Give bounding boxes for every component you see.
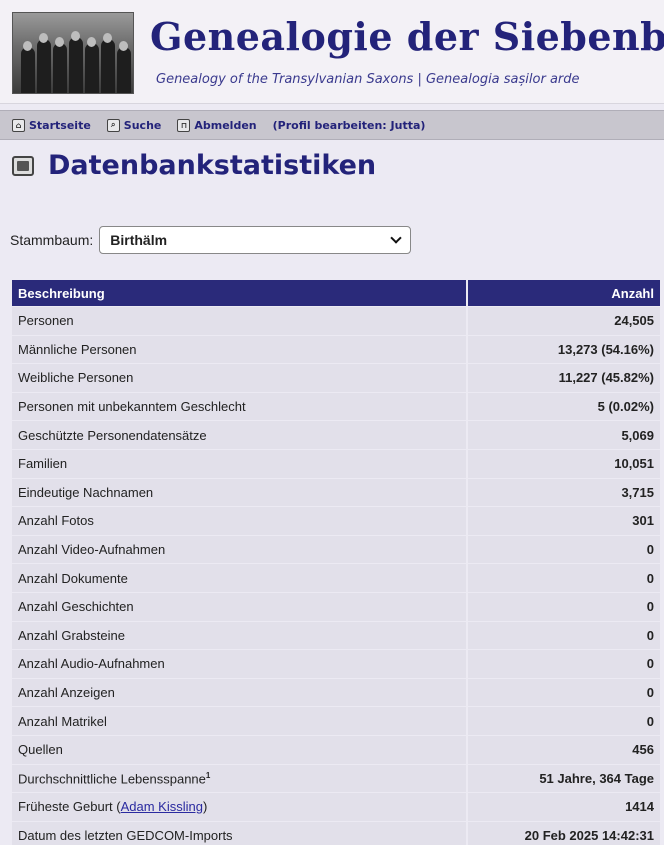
earliest-birth-person-link[interactable]: Adam Kissling — [121, 799, 203, 814]
row-label: Anzahl Video-Aufnahmen — [12, 535, 466, 564]
statistics-table: Beschreibung Anzahl Personen 24,505 Männl… — [12, 279, 660, 845]
table-header-row: Beschreibung Anzahl — [12, 280, 660, 306]
row-value: 0 — [466, 650, 660, 678]
row-value: 0 — [466, 707, 660, 735]
row-value: 10,051 — [466, 449, 660, 478]
row-value: 20 Feb 2025 14:42:31 — [466, 821, 660, 845]
table-row: Anzahl Audio-Aufnahmen 0 — [12, 650, 660, 678]
tree-label: Stammbaum: — [10, 232, 94, 248]
row-value: 3,715 — [466, 478, 660, 507]
page-title: Datenbankstatistiken — [48, 150, 377, 181]
site-subtitle: Genealogy of the Transylvanian Saxons | … — [156, 72, 580, 87]
top-navigation: ⌂ Startseite ⌕ Suche ⊓ Abmelden (Profil … — [0, 110, 664, 140]
table-row: Geschützte Personendatensätze 5,069 — [12, 421, 660, 449]
row-value: 5,069 — [466, 421, 660, 449]
tree-select[interactable]: Birthälm — [99, 226, 412, 254]
nav-home-link[interactable]: ⌂ Startseite — [12, 118, 91, 132]
row-value: 5 (0.02%) — [466, 392, 660, 421]
tree-selected-value: Birthälm — [110, 232, 168, 248]
row-label: Männliche Personen — [12, 335, 466, 364]
row-value: 0 — [466, 564, 660, 592]
nav-search-link[interactable]: ⌕ Suche — [106, 118, 162, 132]
table-row: Weibliche Personen 11,227 (45.82%) — [12, 364, 660, 392]
row-label: Datum des letzten GEDCOM-Imports — [12, 821, 466, 845]
row-label: Anzahl Fotos — [12, 507, 466, 535]
table-row: Anzahl Anzeigen 0 — [12, 678, 660, 707]
row-label: Anzahl Matrikel — [12, 707, 466, 735]
table-row: Anzahl Dokumente 0 — [12, 564, 660, 592]
row-value: 11,227 (45.82%) — [466, 364, 660, 392]
site-title[interactable]: Genealogie der Siebenbü — [150, 14, 664, 59]
table-row: Familien 10,051 — [12, 449, 660, 478]
nav-logout-link[interactable]: ⊓ Abmelden — [177, 118, 257, 132]
footnote-marker[interactable]: 1 — [206, 771, 210, 780]
row-label: Personen mit unbekanntem Geschlecht — [12, 392, 466, 421]
row-value: 456 — [466, 735, 660, 764]
site-header: Genealogie der Siebenbü Genealogy of the… — [0, 0, 664, 104]
family-photo — [12, 12, 134, 94]
table-row: Quellen 456 — [12, 735, 660, 764]
row-label: Anzahl Anzeigen — [12, 678, 466, 707]
table-row: Anzahl Grabsteine 0 — [12, 621, 660, 650]
row-value: 0 — [466, 535, 660, 564]
table-row: Früheste Geburt (Adam Kissling) 1414 — [12, 793, 660, 821]
row-value: 24,505 — [466, 307, 660, 335]
table-row: Durchschnittliche Lebensspanne1 51 Jahre… — [12, 764, 660, 793]
tree-selector-row: Stammbaum: Birthälm — [10, 226, 412, 254]
row-label: Quellen — [12, 735, 466, 764]
row-value: 13,273 (54.16%) — [466, 335, 660, 364]
row-label: Personen — [12, 307, 466, 335]
row-label-cell: Durchschnittliche Lebensspanne1 — [12, 764, 466, 793]
row-label: Familien — [12, 449, 466, 478]
row-label: Früheste Geburt — [18, 799, 113, 815]
row-label: Anzahl Audio-Aufnahmen — [12, 650, 466, 678]
row-value: 51 Jahre, 364 Tage — [466, 764, 660, 793]
search-icon: ⌕ — [106, 118, 120, 132]
row-label: Weibliche Personen — [12, 364, 466, 392]
column-header-description: Beschreibung — [12, 280, 466, 306]
row-value: 0 — [466, 592, 660, 621]
row-value: 301 — [466, 507, 660, 535]
column-header-count: Anzahl — [466, 280, 660, 306]
page-heading: Datenbankstatistiken — [12, 150, 376, 181]
row-label: Anzahl Grabsteine — [12, 621, 466, 650]
table-row: Anzahl Matrikel 0 — [12, 707, 660, 735]
row-label: Durchschnittliche Lebensspanne — [18, 770, 206, 786]
table-row: Männliche Personen 13,273 (54.16%) — [12, 335, 660, 364]
row-label: Anzahl Dokumente — [12, 564, 466, 592]
row-value: 0 — [466, 621, 660, 650]
row-value: 1414 — [466, 793, 660, 821]
table-row: Anzahl Video-Aufnahmen 0 — [12, 535, 660, 564]
table-row: Eindeutige Nachnamen 3,715 — [12, 478, 660, 507]
nav-logout-label: Abmelden — [194, 118, 257, 132]
row-label: Geschützte Personendatensätze — [12, 421, 466, 449]
nav-home-label: Startseite — [29, 118, 91, 132]
table-row: Personen 24,505 — [12, 307, 660, 335]
table-row: Anzahl Fotos 301 — [12, 507, 660, 535]
chevron-down-icon — [390, 232, 402, 244]
table-row: Datum des letzten GEDCOM-Imports 20 Feb 2… — [12, 821, 660, 845]
row-value: 0 — [466, 678, 660, 707]
row-label: Eindeutige Nachnamen — [12, 478, 466, 507]
row-label: Anzahl Geschichten — [12, 592, 466, 621]
row-label-cell: Früheste Geburt (Adam Kissling) — [12, 793, 466, 821]
statistics-icon — [12, 155, 34, 176]
lock-icon: ⊓ — [177, 118, 191, 132]
home-icon: ⌂ — [12, 118, 25, 132]
table-row: Anzahl Geschichten 0 — [12, 592, 660, 621]
nav-search-label: Suche — [123, 118, 162, 132]
table-row: Personen mit unbekanntem Geschlecht 5 (0.… — [12, 392, 660, 421]
nav-edit-profile-link[interactable]: (Profil bearbeiten: Jutta) — [273, 119, 426, 132]
